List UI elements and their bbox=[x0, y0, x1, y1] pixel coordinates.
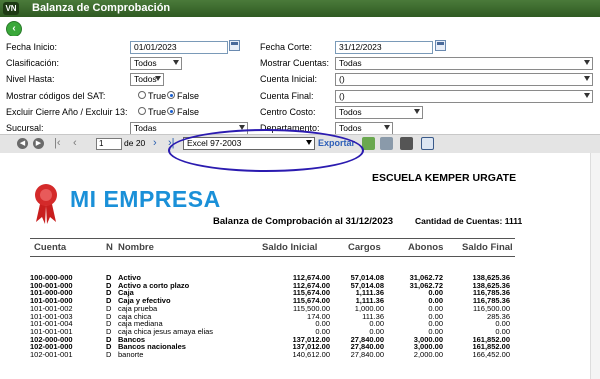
fecha-corte-input[interactable]: 31/12/2023 bbox=[335, 41, 433, 54]
cell-cuenta: 102-001-001 bbox=[30, 350, 73, 359]
header-n: N bbox=[106, 242, 113, 253]
chevron-down-icon bbox=[384, 125, 390, 130]
mostrar-sat-true-label: True bbox=[148, 91, 167, 101]
report-title: Balanza de Comprobación al 31/12/2023 bbox=[213, 216, 394, 227]
cuenta-final-label: Cuenta Final: bbox=[260, 91, 314, 101]
cuenta-inicial-value: () bbox=[339, 74, 345, 84]
cell-n: D bbox=[106, 350, 112, 359]
cuenta-inicial-label: Cuenta Inicial: bbox=[260, 74, 318, 84]
centro-costo-label: Centro Costo: bbox=[260, 107, 316, 117]
window-title: Balanza de Comprobación bbox=[32, 2, 171, 14]
clasificacion-value: Todos bbox=[134, 58, 157, 68]
fecha-corte-calendar-icon[interactable] bbox=[435, 40, 446, 51]
excluir-true-label: True bbox=[148, 107, 167, 117]
fecha-corte-label: Fecha Corte: bbox=[260, 42, 313, 52]
mostrar-sat-false-radio[interactable] bbox=[167, 91, 175, 99]
cell-nombre: banorte bbox=[118, 350, 144, 359]
header-saldo-final: Saldo Final bbox=[462, 242, 513, 253]
header-saldo-inicial: Saldo Inicial bbox=[262, 242, 318, 253]
header-abonos: Abonos bbox=[408, 242, 444, 253]
mostrar-sat-label: Mostrar códigos del SAT: bbox=[6, 91, 106, 101]
header-nombre: Nombre bbox=[118, 242, 154, 253]
report-viewer: MI EMPRESA ESCUELA KEMPER URGATE Balanza… bbox=[0, 153, 600, 379]
header-cargos: Cargos bbox=[348, 242, 381, 253]
fecha-inicio-label: Fecha Inicio: bbox=[6, 42, 58, 52]
chevron-down-icon bbox=[584, 93, 590, 98]
chevron-down-icon bbox=[584, 60, 590, 65]
back-icon[interactable]: ◀ bbox=[17, 138, 28, 149]
cuenta-final-select[interactable]: () bbox=[335, 90, 593, 103]
sucursal-label: Sucursal: bbox=[6, 123, 44, 133]
cell-cargos: 27,840.00 bbox=[350, 350, 384, 359]
header-cuenta: Cuenta bbox=[34, 242, 67, 253]
header-bottom-divider bbox=[30, 256, 515, 257]
scrollbar[interactable] bbox=[590, 153, 600, 379]
window-titlebar: VN Balanza de Comprobación bbox=[0, 0, 600, 17]
back-arrow-icon[interactable]: ‹ bbox=[6, 21, 22, 37]
cell-sf: 166,452.00 bbox=[472, 350, 510, 359]
mostrar-sat-false-label: False bbox=[177, 91, 200, 101]
account-count: Cantidad de Cuentas: 1111 bbox=[415, 216, 523, 226]
mostrar-cuentas-select[interactable]: Todas bbox=[335, 57, 593, 70]
centro-costo-value: Todos bbox=[339, 107, 362, 117]
cuenta-inicial-select[interactable]: () bbox=[335, 73, 593, 86]
centro-costo-select[interactable]: Todos bbox=[335, 106, 423, 119]
excluir-false-label: False bbox=[177, 107, 200, 117]
nivel-hasta-label: Nivel Hasta: bbox=[6, 74, 55, 84]
parameters-panel: Fecha Inicio: 01/01/2023 Fecha Corte: 31… bbox=[0, 36, 600, 135]
previous-page-icon[interactable]: ‹ bbox=[73, 137, 77, 150]
page-number-input[interactable]: 1 bbox=[96, 138, 122, 150]
chevron-down-icon bbox=[155, 76, 161, 81]
nivel-hasta-value: Todos bbox=[134, 74, 157, 84]
cuenta-final-value: () bbox=[339, 91, 345, 101]
app-logo-icon: VN bbox=[3, 2, 19, 15]
mostrar-cuentas-value: Todas bbox=[339, 58, 362, 68]
sucursal-value: Todas bbox=[134, 123, 157, 133]
mostrar-sat-true-radio[interactable] bbox=[138, 91, 146, 99]
excluir-label: Excluir Cierre Año / Excluir 13: bbox=[6, 107, 128, 117]
annotation-circle bbox=[168, 129, 364, 172]
forward-icon[interactable]: ▶ bbox=[33, 138, 44, 149]
header-top-divider bbox=[30, 238, 515, 239]
clasificacion-select[interactable]: Todos bbox=[130, 57, 182, 70]
nivel-hasta-select[interactable]: Todos bbox=[130, 73, 164, 86]
chevron-down-icon bbox=[173, 60, 179, 65]
mostrar-cuentas-label: Mostrar Cuentas: bbox=[260, 58, 330, 68]
print-layout-icon[interactable] bbox=[421, 137, 434, 150]
next-page-icon[interactable]: › bbox=[153, 137, 157, 150]
school-name: ESCUELA KEMPER URGATE bbox=[372, 172, 517, 184]
award-ribbon-icon bbox=[35, 184, 57, 224]
cell-abonos: 2,000.00 bbox=[413, 350, 443, 359]
fecha-inicio-input[interactable]: 01/01/2023 bbox=[130, 41, 228, 54]
fecha-inicio-calendar-icon[interactable] bbox=[229, 40, 240, 51]
company-logo-text: MI EMPRESA bbox=[70, 186, 221, 212]
cell-si: 140,612.00 bbox=[292, 350, 330, 359]
print-icon[interactable] bbox=[400, 137, 413, 150]
find-icon[interactable] bbox=[380, 137, 393, 150]
chevron-down-icon bbox=[414, 109, 420, 114]
clasificacion-label: Clasificación: bbox=[6, 58, 60, 68]
chevron-down-icon bbox=[584, 76, 590, 81]
excluir-false-radio[interactable] bbox=[167, 107, 175, 115]
excluir-true-radio[interactable] bbox=[138, 107, 146, 115]
table-row: 102-001-001 Dbanorte 140,612.00 27,840.00 2,… bbox=[0, 351, 600, 359]
refresh-icon[interactable] bbox=[362, 137, 375, 150]
departamento-value: Todos bbox=[339, 123, 362, 133]
first-page-icon[interactable]: |‹ bbox=[54, 137, 61, 150]
page-count-label: de 20 bbox=[124, 138, 146, 148]
